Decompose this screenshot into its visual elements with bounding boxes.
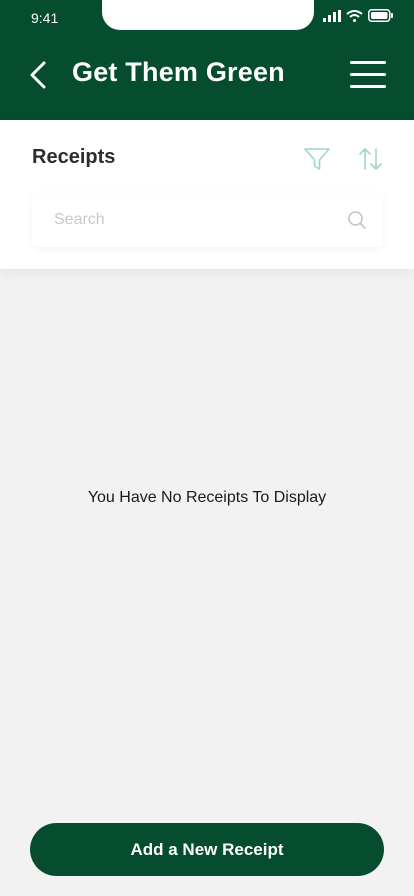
app-title: Get Them Green — [72, 57, 285, 87]
sort-arrows-icon — [359, 148, 382, 170]
search-box — [32, 193, 383, 247]
search-icon[interactable] — [347, 210, 367, 230]
chevron-left-icon — [30, 61, 46, 89]
hamburger-menu-icon-line-middle — [350, 73, 386, 76]
receipts-panel: Receipts — [0, 120, 414, 269]
search-input[interactable] — [32, 193, 344, 247]
device-notch — [102, 0, 314, 30]
app-header: 9:41 Get Them Green — [0, 0, 414, 120]
hamburger-menu-icon-line-bottom — [350, 85, 386, 88]
menu-button[interactable] — [350, 59, 386, 91]
signal-icon — [323, 9, 341, 22]
filter-button[interactable] — [302, 144, 332, 174]
filter-icon — [304, 148, 330, 170]
status-icons — [323, 9, 394, 22]
page-title: Receipts — [32, 146, 116, 168]
back-button[interactable] — [22, 57, 54, 93]
empty-state-message: You Have No Receipts To Display — [87, 489, 327, 506]
wifi-icon — [346, 9, 363, 22]
add-receipt-button[interactable]: Add a New Receipt — [30, 823, 384, 876]
hamburger-menu-icon-line-top — [350, 61, 386, 64]
status-time: 9:41 — [31, 10, 59, 26]
battery-icon — [368, 9, 393, 22]
sort-button[interactable] — [356, 144, 386, 174]
